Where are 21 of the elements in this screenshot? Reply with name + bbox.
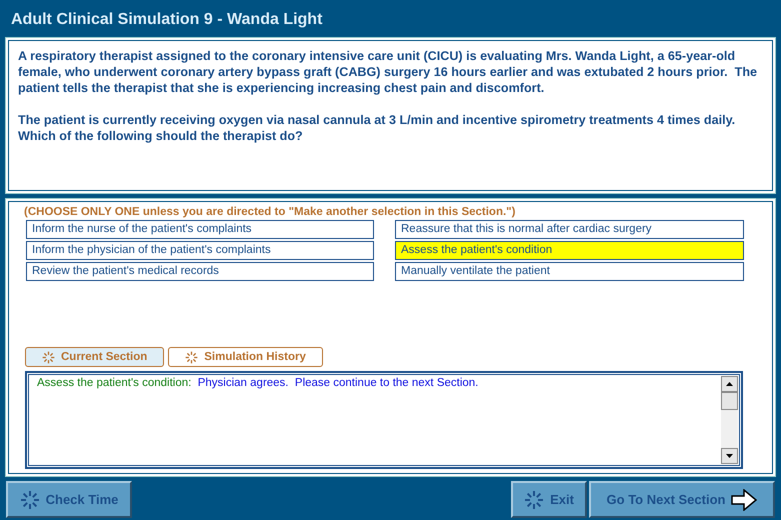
burst-icon [185, 350, 198, 364]
down-arrow-icon[interactable] [726, 454, 733, 458]
answer-option[interactable]: Review the patient's medical records [26, 262, 374, 281]
answer-option[interactable]: Assess the patient's condition [395, 241, 744, 260]
burst-icon [20, 490, 40, 510]
scenario-text: A respiratory therapist assigned to the coronary intensive care unit (CICU) is evaluating Mrs. Wanda Light, a 65-year-old female, who underwent coronary artery bypass graft (CABG) surgery 16 hours earlier and was extubated 2 hours prior. The patient tells the therapist that she is experiencing increasing chest pain and discomfort. [18, 48, 758, 96]
section-tab[interactable]: Simulation History [168, 347, 323, 367]
scroll-thumb[interactable] [721, 392, 738, 410]
answer-option[interactable]: Reassure that this is normal after cardiac surgery [395, 220, 744, 239]
answer-option[interactable]: Inform the nurse of the patient's complaints [26, 220, 374, 239]
scenario-text: The patient is currently receiving oxygen via nasal cannula at 3 L/min and incentive spirometry treatments 4 times daily. Which of the following should the therapist do? [18, 112, 736, 144]
instruction-text: (CHOOSE ONLY ONE unless you are directed to "Make another selection in this Section.") [24, 206, 516, 218]
answer-option[interactable]: Manually ventilate the patient [395, 262, 744, 281]
feedback-text: Assess the patient's condition: Physician agrees. Please continue to the next Section. [37, 377, 478, 389]
answer-option[interactable]: Inform the physician of the patient's complaints [26, 241, 374, 260]
burst-icon [42, 350, 55, 364]
arrow-icon [731, 488, 758, 510]
up-arrow-icon[interactable] [726, 382, 733, 386]
window-title: Adult Clinical Simulation 9 - Wanda Light [10, 10, 324, 30]
scrollbar[interactable] [721, 376, 738, 464]
burst-icon [524, 490, 544, 510]
